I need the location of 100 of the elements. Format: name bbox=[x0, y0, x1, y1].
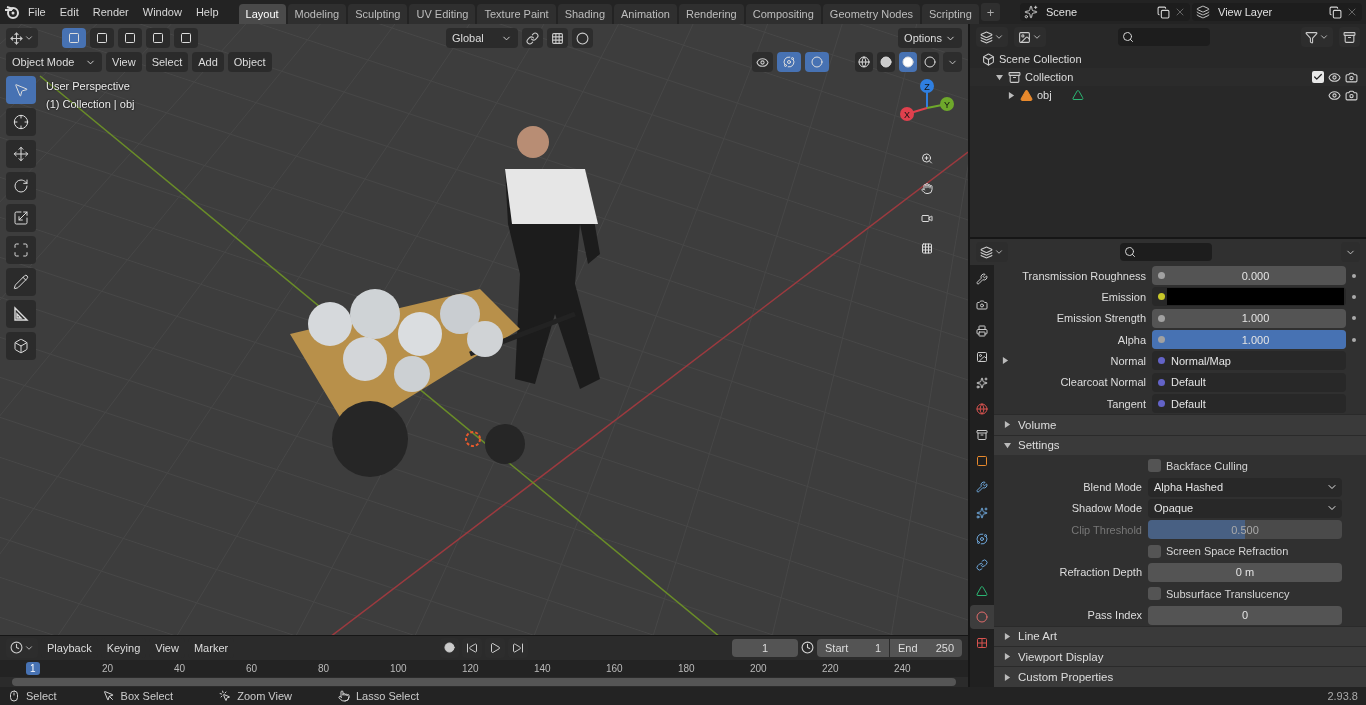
dropdown[interactable]: Opaque bbox=[1148, 498, 1342, 518]
keyframe-dot[interactable] bbox=[1352, 316, 1356, 321]
new-collection-button[interactable] bbox=[1339, 27, 1360, 47]
workspace-tab[interactable]: UV Editing bbox=[409, 3, 476, 24]
menu-item[interactable]: Help bbox=[189, 3, 225, 21]
shading-button[interactable] bbox=[855, 52, 873, 72]
camera-icon[interactable] bbox=[1345, 70, 1358, 84]
current-frame-field[interactable]: 1 bbox=[732, 638, 798, 657]
panel-header[interactable]: Volume bbox=[994, 414, 1366, 435]
keyframe-dot[interactable] bbox=[1352, 295, 1356, 299]
editor-type-button[interactable] bbox=[6, 28, 38, 48]
keyframe-dot[interactable] bbox=[1352, 273, 1356, 278]
select-mode-button[interactable] bbox=[118, 28, 142, 48]
collapsed-triangle-icon[interactable] bbox=[1003, 632, 1011, 640]
expanded-triangle-icon[interactable] bbox=[1003, 441, 1011, 449]
scene-selector[interactable]: Scene bbox=[1020, 3, 1190, 21]
blender-logo-icon[interactable] bbox=[4, 4, 20, 20]
linked-input-field[interactable]: Default bbox=[1152, 394, 1346, 414]
shading-button[interactable] bbox=[877, 52, 895, 72]
socket-dot[interactable] bbox=[1158, 378, 1165, 386]
checkbox[interactable] bbox=[1148, 459, 1161, 473]
checkbox[interactable] bbox=[1312, 71, 1324, 83]
tool-button[interactable] bbox=[6, 332, 36, 360]
linked-input-field[interactable]: Normal/Map bbox=[1152, 351, 1346, 371]
checkbox[interactable] bbox=[1148, 587, 1161, 601]
orientation-dropdown[interactable]: Global bbox=[446, 28, 518, 48]
checkbox[interactable] bbox=[1148, 544, 1161, 558]
slider-field[interactable]: 1.000 bbox=[1152, 330, 1346, 350]
filter-button[interactable] bbox=[1301, 27, 1333, 47]
socket-dot[interactable] bbox=[1158, 293, 1165, 301]
end-frame-field[interactable]: End 250 bbox=[890, 638, 962, 657]
snap-button[interactable] bbox=[547, 28, 568, 48]
tool-button[interactable] bbox=[6, 172, 36, 200]
viewport-menu[interactable]: Add bbox=[192, 52, 224, 72]
workspace-tab[interactable]: Rendering bbox=[678, 3, 744, 24]
axis-gizmo[interactable]: Z Y X bbox=[895, 76, 959, 140]
tool-button[interactable] bbox=[6, 108, 36, 136]
select-mode-button[interactable] bbox=[146, 28, 170, 48]
viewport-menu[interactable]: Object bbox=[227, 52, 272, 72]
close-icon[interactable] bbox=[1346, 6, 1358, 18]
number-field[interactable]: 0 m bbox=[1148, 562, 1342, 582]
collapsed-triangle-icon[interactable] bbox=[1003, 673, 1011, 681]
panel-header[interactable]: Line Art bbox=[994, 625, 1366, 647]
workspace-tab[interactable]: Modeling bbox=[287, 3, 347, 24]
socket-dot[interactable] bbox=[1158, 314, 1165, 322]
viewport-menu[interactable]: Select bbox=[145, 52, 189, 72]
collapsed-triangle-icon[interactable] bbox=[1001, 357, 1009, 365]
menu-item[interactable]: Edit bbox=[53, 3, 85, 21]
number-field[interactable]: 1.000 bbox=[1152, 308, 1346, 328]
socket-dot[interactable] bbox=[1158, 336, 1165, 344]
shading-button[interactable] bbox=[921, 52, 939, 72]
color-field[interactable] bbox=[1152, 287, 1346, 307]
panel-header[interactable]: Viewport Display bbox=[994, 646, 1366, 667]
select-mode-button[interactable] bbox=[174, 28, 198, 48]
stopwatch-icon[interactable] bbox=[801, 641, 814, 655]
timeline-scrollbar[interactable] bbox=[12, 678, 956, 686]
copy-icon[interactable] bbox=[1157, 5, 1170, 19]
keyframe-dot[interactable] bbox=[1352, 337, 1356, 342]
search-field[interactable] bbox=[1120, 243, 1212, 261]
workspace-tab[interactable]: Geometry Nodes bbox=[822, 3, 920, 24]
eye-icon[interactable] bbox=[1328, 70, 1341, 84]
socket-dot[interactable] bbox=[1158, 400, 1165, 408]
workspace-tab[interactable]: Animation bbox=[614, 3, 677, 24]
editor-type-button[interactable] bbox=[976, 27, 1008, 47]
overlay-toggle[interactable] bbox=[805, 52, 829, 72]
panel-header[interactable]: Custom Properties bbox=[994, 666, 1366, 687]
search-field[interactable] bbox=[1118, 28, 1210, 46]
workspace-tab[interactable]: Texture Paint bbox=[477, 3, 556, 24]
view-layer-selector[interactable]: View Layer bbox=[1192, 3, 1362, 21]
start-frame-field[interactable]: Start 1 bbox=[817, 638, 889, 657]
select-mode-button[interactable] bbox=[62, 28, 86, 48]
menu-item[interactable]: File bbox=[22, 3, 52, 21]
add-workspace-button[interactable]: + bbox=[980, 3, 1001, 21]
workspace-tab[interactable]: Shading bbox=[557, 3, 613, 24]
gizmo-toggle[interactable] bbox=[777, 52, 801, 72]
camera-icon[interactable] bbox=[1345, 88, 1358, 102]
socket-dot[interactable] bbox=[1158, 357, 1165, 365]
expanded-triangle-icon[interactable] bbox=[995, 73, 1003, 81]
tool-button[interactable] bbox=[6, 140, 36, 168]
slider-field[interactable]: 0.000 bbox=[1152, 266, 1346, 286]
proportional-button[interactable] bbox=[572, 28, 593, 48]
workspace-tab[interactable]: Scripting bbox=[922, 3, 979, 24]
socket-dot[interactable] bbox=[1158, 272, 1165, 280]
workspace-tab[interactable]: Compositing bbox=[745, 3, 821, 24]
collapsed-triangle-icon[interactable] bbox=[1003, 421, 1011, 429]
copy-icon[interactable] bbox=[1329, 5, 1342, 19]
visibility-button[interactable] bbox=[752, 52, 773, 72]
collapsed-triangle-icon[interactable] bbox=[1007, 91, 1015, 99]
display-mode-button[interactable] bbox=[1014, 27, 1046, 47]
options-button[interactable]: Options bbox=[898, 28, 962, 48]
menu-item[interactable]: Window bbox=[136, 3, 188, 21]
color-swatch[interactable] bbox=[1167, 288, 1344, 306]
pivot-button[interactable] bbox=[522, 28, 543, 48]
viewport-menu[interactable]: View bbox=[106, 52, 142, 72]
number-field[interactable]: 0 bbox=[1148, 605, 1342, 625]
eye-icon[interactable] bbox=[1328, 88, 1341, 102]
dropdown[interactable]: Alpha Hashed bbox=[1148, 477, 1342, 497]
linked-input-field[interactable]: Default bbox=[1152, 372, 1346, 392]
panel-header[interactable]: Settings bbox=[994, 434, 1366, 456]
workspace-tab[interactable]: Layout bbox=[238, 3, 286, 24]
